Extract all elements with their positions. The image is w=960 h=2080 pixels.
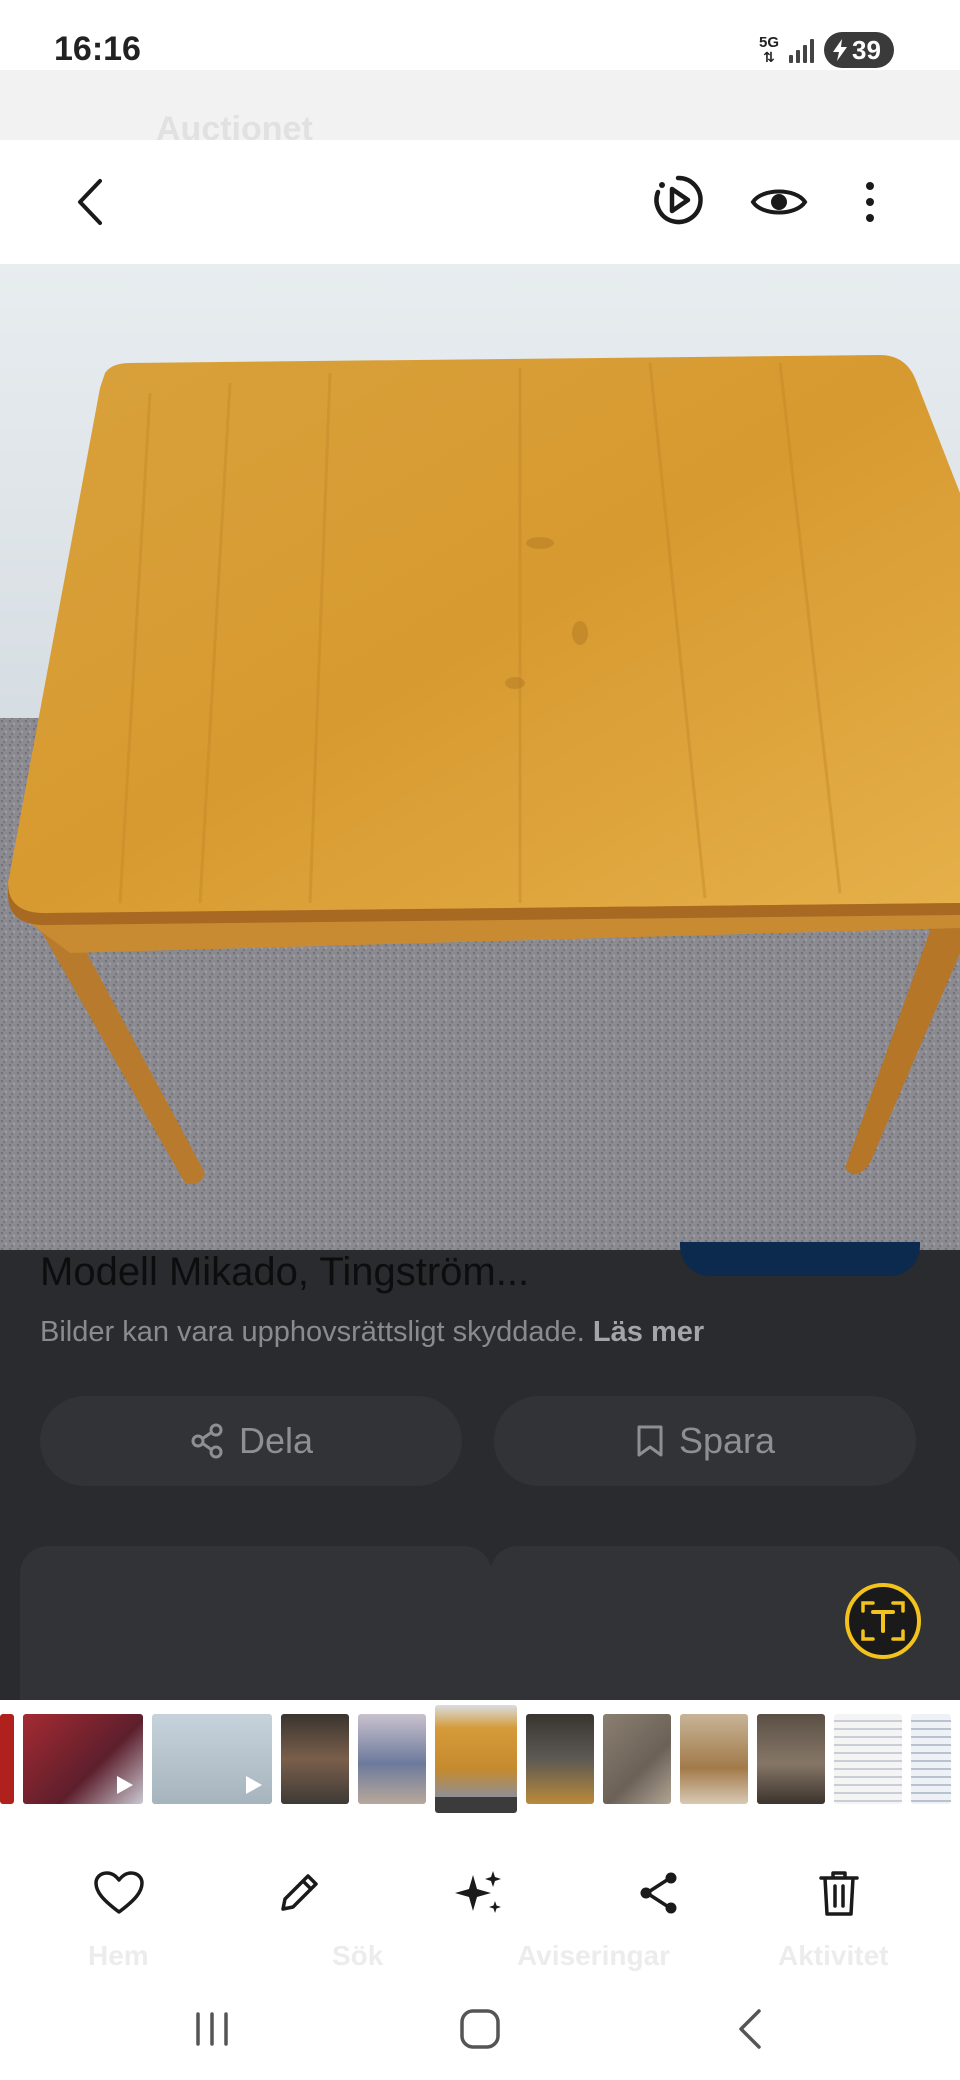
share-icon [640, 1872, 677, 1914]
network-indicator: 5G ⇅ [758, 34, 779, 65]
battery-level: 39 [852, 34, 881, 65]
thumbnail-video[interactable] [152, 1714, 272, 1804]
recents-button[interactable] [182, 2004, 242, 2054]
text-extract-button[interactable] [845, 1583, 921, 1659]
more-options-button[interactable] [846, 170, 894, 234]
thumbnail[interactable] [281, 1714, 349, 1804]
charging-icon [833, 39, 847, 61]
share-label: Dela [238, 1420, 314, 1461]
home-icon [460, 2009, 500, 2049]
back-button[interactable] [60, 170, 124, 234]
result-title[interactable]: Modell Mikado, Tingström... [40, 1250, 529, 1295]
copyright-notice: Bilder kan vara upphovsrättsligt skyddad… [40, 1316, 704, 1349]
play-icon [117, 1776, 133, 1794]
motion-photo-icon [654, 175, 703, 225]
thumbnail[interactable] [834, 1714, 902, 1804]
home-button[interactable] [450, 2002, 510, 2056]
thumbnail-strip[interactable] [0, 1700, 960, 1818]
bookmark-icon [637, 1425, 663, 1457]
view-button[interactable] [744, 170, 814, 234]
thumbnail[interactable] [358, 1714, 426, 1804]
read-more-link[interactable]: Läs mer [593, 1316, 704, 1348]
motion-photo-button[interactable] [644, 166, 712, 234]
text-scan-icon [861, 1601, 905, 1641]
trash-icon [819, 1871, 859, 1916]
photo-table[interactable] [0, 263, 960, 1250]
thumbnail[interactable] [680, 1714, 748, 1804]
background-nav-label: Aviseringar [517, 1940, 671, 1971]
arrow-left-icon [78, 179, 102, 225]
edit-icon [281, 1874, 318, 1911]
background-nav-label: Sök [332, 1940, 384, 1971]
eye-icon [750, 189, 808, 215]
share-button[interactable] [624, 1858, 694, 1928]
more-vert-icon [866, 182, 874, 222]
heart-icon [94, 1871, 144, 1914]
delete-button[interactable] [804, 1858, 874, 1928]
sparkle-icon [455, 1871, 501, 1913]
share-result-button[interactable]: Dela [40, 1396, 462, 1486]
edit-button[interactable] [264, 1858, 334, 1928]
visit-button[interactable] [680, 1242, 920, 1276]
share-icon [191, 1423, 223, 1459]
gallery-viewer: 16:16 5G ⇅ 39 Auctionet Modell Mikado, T… [0, 0, 960, 2080]
thumbnail[interactable] [757, 1714, 825, 1804]
copyright-text: Bilder kan vara upphovsrättsligt skyddad… [40, 1316, 585, 1348]
thumbnail-selected[interactable] [435, 1705, 517, 1813]
back-icon [739, 2009, 761, 2049]
status-time: 16:16 [54, 30, 141, 68]
play-icon [246, 1776, 262, 1794]
status-icons: 5G ⇅ 39 [759, 32, 894, 68]
ai-edit-button[interactable] [444, 1858, 514, 1928]
save-label: Spara [678, 1420, 776, 1461]
system-navigation-bar [0, 1978, 960, 2080]
favorite-button[interactable] [84, 1858, 154, 1928]
status-bar: 16:16 5G ⇅ 39 [0, 0, 960, 70]
thumbnail[interactable] [911, 1714, 951, 1804]
recents-icon [196, 2012, 228, 2046]
thumbnail[interactable] [526, 1714, 594, 1804]
background-nav-label: Hem [88, 1940, 149, 1971]
battery-indicator: 39 [824, 32, 894, 68]
network-label: 5G [758, 34, 779, 51]
save-result-button[interactable]: Spara [494, 1396, 916, 1486]
thumbnail-video[interactable] [23, 1714, 143, 1804]
photo-actions-bar: Hem Sök Aviseringar Aktivitet [0, 1818, 960, 1978]
thumbnail[interactable] [603, 1714, 671, 1804]
signal-icon [789, 37, 814, 63]
thumbnail[interactable] [0, 1714, 14, 1804]
viewer-toolbar [0, 140, 960, 264]
background-nav-label: Aktivitet [778, 1940, 889, 1971]
nav-back-button[interactable] [720, 2002, 780, 2056]
